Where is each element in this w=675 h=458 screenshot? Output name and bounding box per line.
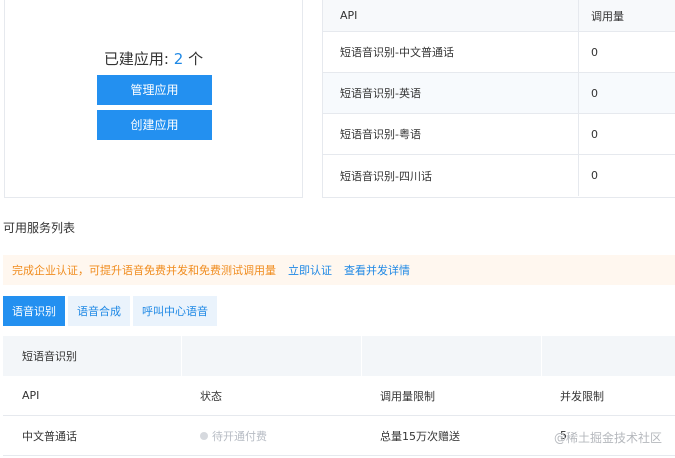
status-text: 待开通付费 [212,429,267,443]
api-calls: 0 [578,155,598,196]
api-calls: 0 [578,32,598,72]
table-header-row: API 调用量 [323,0,675,32]
api-name: 短语音识别-英语 [340,87,421,100]
watermark: @稀土掘金技术社区 [553,431,662,445]
create-app-button[interactable]: 创建应用 [97,110,212,140]
app-count-suffix: 个 [183,50,204,68]
tab-call-center-speech[interactable]: 呼叫中心语音 [133,296,217,326]
header-api: API [340,9,358,22]
app-count-value: 2 [173,50,184,68]
header-concurrency-limit: 并发限制 [560,389,604,403]
api-name: 短语音识别-中文普通话 [340,46,454,59]
service-group-header: 短语音识别 [3,336,675,376]
service-tabs: 语音识别 语音合成 呼叫中心语音 [3,296,220,326]
certification-notice: 完成企业认证，可提升语音免费并发和免费测试调用量 立即认证 查看并发详情 [3,255,675,285]
api-calls: 0 [578,114,598,154]
divider [361,336,362,376]
app-count-prefix: 已建应用: [103,50,174,68]
table-row: 短语音识别-英语 0 [323,73,675,114]
divider [541,336,542,376]
table-row: 短语音识别-粤语 0 [323,114,675,155]
concurrency-details-link[interactable]: 查看并发详情 [344,262,410,278]
table-row: 短语音识别-中文普通话 0 [323,32,675,73]
service-table-header: API 状态 调用量限制 并发限制 [3,376,675,416]
divider [181,336,182,376]
manage-app-button[interactable]: 管理应用 [97,75,212,105]
header-api: API [22,389,40,402]
header-status: 状态 [200,389,222,403]
app-count: 已建应用: 2 个 [5,48,302,69]
api-calls: 0 [578,73,598,113]
app-summary-card: 已建应用: 2 个 管理应用 创建应用 [4,0,303,198]
api-name: 短语音识别-四川话 [340,169,432,183]
service-status: 待开通付费 [200,416,267,455]
notice-text: 完成企业认证，可提升语音免费并发和免费测试调用量 [12,264,276,277]
header-calls: 调用量 [578,0,624,31]
api-usage-table: API 调用量 短语音识别-中文普通话 0 短语音识别-英语 0 短语音识别-粤… [322,0,675,198]
service-api-name: 中文普通话 [22,429,77,443]
tab-speech-recognition[interactable]: 语音识别 [3,296,65,326]
tab-speech-synthesis[interactable]: 语音合成 [68,296,130,326]
certify-now-link[interactable]: 立即认证 [288,262,332,278]
table-row: 短语音识别-四川话 0 [323,155,675,196]
service-call-limit: 总量15万次赠送 [380,429,460,443]
header-call-limit: 调用量限制 [380,389,435,403]
service-group-name: 短语音识别 [22,350,77,363]
status-dot-icon [200,431,208,440]
api-name: 短语音识别-粤语 [340,128,421,141]
section-title: 可用服务列表 [3,221,76,235]
